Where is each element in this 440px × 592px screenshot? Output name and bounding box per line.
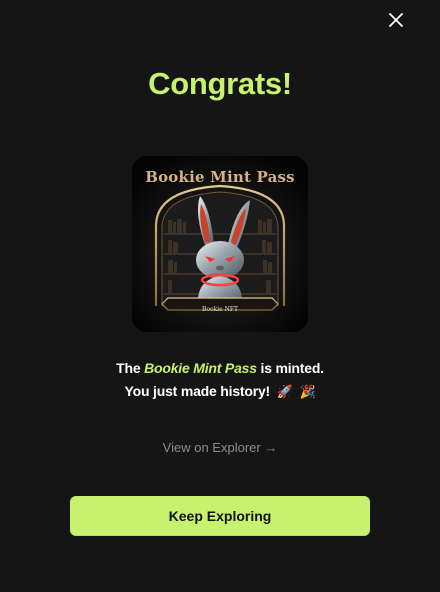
close-button[interactable] xyxy=(386,10,406,30)
message-line-2: You just made history! xyxy=(124,383,271,399)
dialog-title: Congrats! xyxy=(148,66,292,101)
congrats-dialog: Congrats! Bookie Mint Pass Bookie NFT Th… xyxy=(0,0,440,592)
keep-exploring-button[interactable]: Keep Exploring xyxy=(70,496,370,536)
nft-banner-text: Bookie NFT xyxy=(201,306,239,313)
nft-title: Bookie Mint Pass xyxy=(145,168,295,186)
message-suffix: is minted. xyxy=(260,360,325,376)
close-icon xyxy=(389,13,403,27)
party-popper-icon: 🎉 xyxy=(299,385,316,400)
nft-name-highlight: Bookie Mint Pass xyxy=(144,360,257,376)
nft-image: Bookie Mint Pass Bookie NFT xyxy=(132,156,308,332)
mint-message-line-2: You just made history! 🚀 🎉 xyxy=(0,380,440,404)
mint-message: The Bookie Mint Pass is minted. You just… xyxy=(0,357,440,404)
rocket-icon: 🚀 xyxy=(276,385,293,400)
mint-message-line-1: The Bookie Mint Pass is minted. xyxy=(0,357,440,380)
message-prefix: The xyxy=(116,360,141,376)
view-on-explorer-link[interactable]: View on Explorer → xyxy=(0,440,440,455)
